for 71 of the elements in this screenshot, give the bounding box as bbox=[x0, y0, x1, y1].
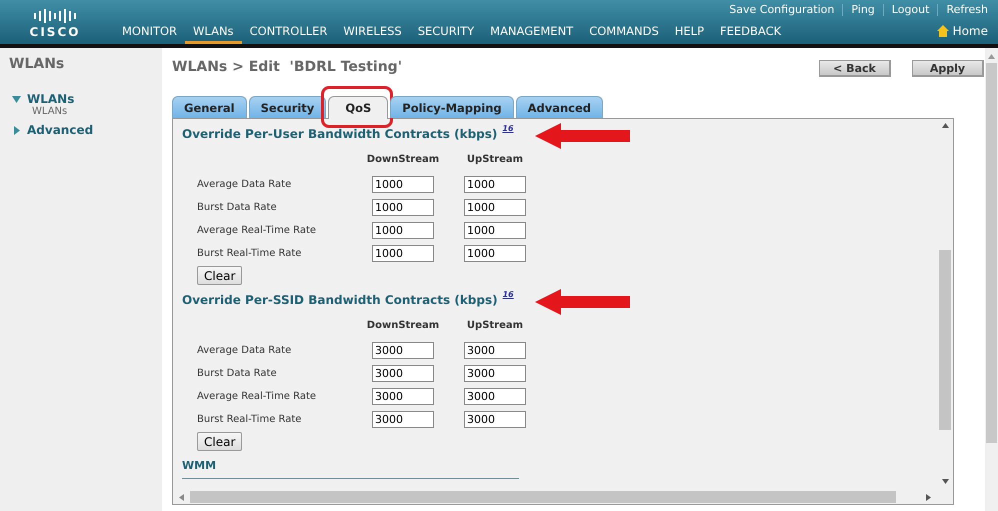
header-link[interactable]: Ping bbox=[851, 3, 875, 16]
input-field[interactable]: 3000 bbox=[464, 342, 526, 359]
arrow-icon bbox=[534, 289, 630, 315]
home-icon bbox=[936, 25, 949, 37]
footnote-link[interactable]: 16 bbox=[502, 290, 514, 299]
input-field[interactable]: 3000 bbox=[464, 388, 526, 405]
input-field[interactable]: 1000 bbox=[372, 245, 434, 262]
section-title: Override Per-SSID Bandwidth Contracts (kbps) bbox=[182, 293, 498, 307]
scroll-up-icon[interactable] bbox=[942, 123, 948, 128]
input-field[interactable]: 3000 bbox=[372, 411, 434, 428]
input-field[interactable]: 1000 bbox=[464, 199, 526, 216]
input-field[interactable]: 1000 bbox=[464, 245, 526, 262]
clear-button[interactable]: Clear bbox=[197, 432, 242, 451]
input-field[interactable]: 3000 bbox=[372, 388, 434, 405]
nav-tab[interactable]: WIRELESS bbox=[335, 24, 410, 44]
field-label: Average Data Rate bbox=[197, 179, 292, 190]
nav-tab[interactable]: SECURITY bbox=[410, 24, 482, 44]
section-title: WMM bbox=[182, 459, 519, 479]
footnote-link[interactable]: 16 bbox=[502, 124, 514, 133]
home-link[interactable]: Home bbox=[952, 24, 988, 38]
field-label: Average Real-Time Rate bbox=[197, 391, 316, 402]
input-field[interactable]: 1000 bbox=[372, 199, 434, 216]
page-button[interactable]: Apply bbox=[912, 60, 984, 77]
section-title: Override Per-User Bandwidth Contracts (kbps) bbox=[182, 127, 498, 141]
input-field[interactable]: 1000 bbox=[464, 176, 526, 193]
column-header: DownStream bbox=[366, 153, 440, 167]
input-field[interactable]: 3000 bbox=[372, 342, 434, 359]
nav-tab[interactable]: CONTROLLER bbox=[242, 24, 336, 44]
nav-tab[interactable]: MONITOR bbox=[114, 24, 186, 44]
header-link[interactable]: Refresh bbox=[946, 3, 988, 16]
field-label: Burst Data Rate bbox=[197, 202, 277, 213]
sidebar-item[interactable]: Advanced bbox=[27, 123, 94, 137]
nav-tab[interactable]: FEEDBACK bbox=[712, 24, 790, 44]
tab[interactable]: Policy-Mapping bbox=[390, 96, 514, 118]
field-label: Average Data Rate bbox=[197, 345, 292, 356]
header-link[interactable]: Logout bbox=[892, 3, 930, 16]
field-label: Burst Data Rate bbox=[197, 368, 277, 379]
nav-tab[interactable]: COMMANDS bbox=[581, 24, 667, 44]
sidebar-item[interactable]: WLANs bbox=[27, 92, 74, 106]
column-header: UpStream bbox=[466, 319, 524, 333]
header-link[interactable]: Save Configuration bbox=[729, 3, 834, 16]
nav-tab[interactable]: HELP bbox=[666, 24, 712, 44]
tab[interactable]: QoS bbox=[328, 96, 388, 119]
tab[interactable]: Security bbox=[248, 96, 326, 118]
nav-tab[interactable]: MANAGEMENT bbox=[482, 24, 582, 44]
column-header: DownStream bbox=[366, 319, 440, 333]
tab[interactable]: Advanced bbox=[516, 96, 604, 118]
field-label: Burst Real-Time Rate bbox=[197, 414, 302, 425]
page-button[interactable]: < Back bbox=[819, 60, 891, 77]
input-field[interactable]: 1000 bbox=[464, 222, 526, 239]
sidebar-title: WLANs bbox=[9, 56, 66, 72]
input-field[interactable]: 1000 bbox=[372, 222, 434, 239]
logo-text: CISCO bbox=[30, 26, 80, 38]
field-label: Burst Real-Time Rate bbox=[197, 248, 302, 259]
scroll-left-icon[interactable] bbox=[179, 494, 184, 500]
arrow-icon bbox=[534, 123, 630, 149]
column-header: UpStream bbox=[466, 153, 524, 167]
page-title: WLANs > Edit 'BDRL Testing' bbox=[172, 58, 402, 74]
input-field[interactable]: 1000 bbox=[372, 176, 434, 193]
input-field[interactable]: 3000 bbox=[372, 365, 434, 382]
input-field[interactable]: 3000 bbox=[464, 365, 526, 382]
scroll-right-icon[interactable] bbox=[926, 494, 931, 500]
tab[interactable]: General bbox=[172, 96, 247, 118]
logo-bars-icon bbox=[33, 8, 77, 24]
nav-tab[interactable]: WLANs bbox=[185, 24, 242, 44]
field-label: Average Real-Time Rate bbox=[197, 225, 316, 236]
page-scrollbar[interactable] bbox=[985, 48, 998, 511]
scroll-down-icon[interactable] bbox=[942, 479, 948, 484]
sidebar-subitem[interactable]: WLANs bbox=[9, 106, 162, 117]
input-field[interactable]: 3000 bbox=[464, 411, 526, 428]
clear-button[interactable]: Clear bbox=[197, 266, 242, 285]
